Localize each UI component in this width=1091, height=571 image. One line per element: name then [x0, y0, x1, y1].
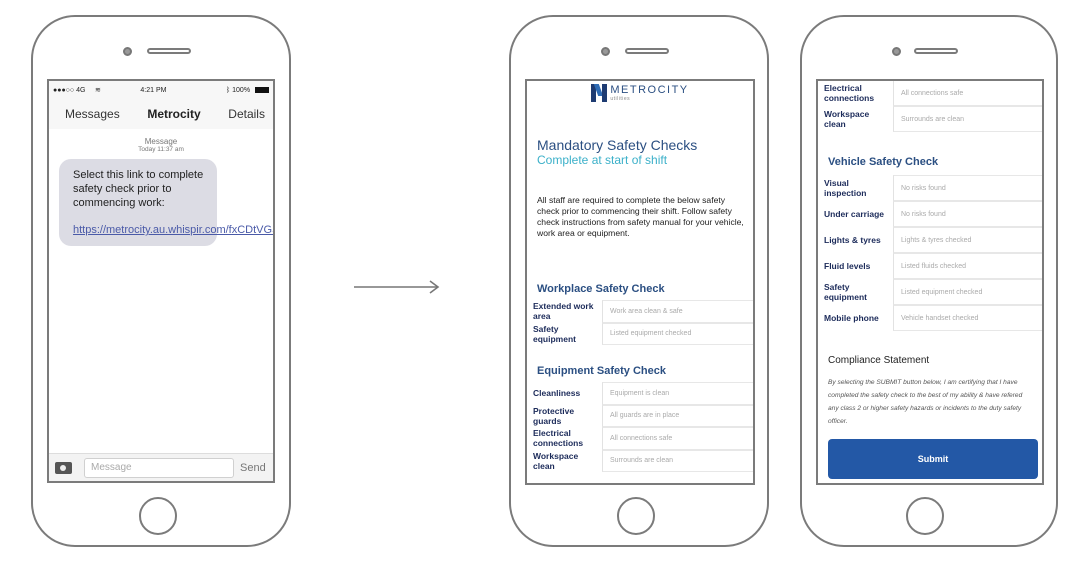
conversation-nav-bar: Messages Metrocity Details	[49, 99, 273, 129]
logo-tagline: utilities	[610, 96, 631, 102]
check-label: Mobile phone	[824, 313, 879, 323]
form-intro: All staff are required to complete the b…	[537, 195, 744, 238]
check-label: Cleanliness	[533, 388, 581, 399]
vehicle-check-list: Visual inspection No risks found Under c…	[818, 175, 1042, 331]
phone-form-top: METROCITY utilities Mandatory Safety Che…	[509, 15, 769, 547]
equipment-check-list: Cleanliness Equipment is clean Protectiv…	[527, 382, 753, 472]
workplace-check-list: Extended work area Work area clean & saf…	[527, 300, 753, 345]
check-input[interactable]: All connections safe	[602, 427, 753, 450]
logo-mark-icon	[591, 84, 608, 102]
check-input[interactable]: Equipment is clean	[602, 382, 753, 405]
check-input[interactable]: Listed fluids checked	[893, 253, 1042, 279]
details-button[interactable]: Details	[228, 107, 265, 121]
back-messages-button[interactable]: Messages	[65, 107, 120, 121]
check-input[interactable]: No risks found	[893, 175, 1042, 201]
check-row: Workspace clean Surrounds are clean	[527, 449, 753, 472]
wifi-icon: ≋	[94, 87, 101, 94]
earpiece-speaker	[147, 48, 191, 54]
compliance-title: Compliance Statement	[828, 355, 930, 366]
check-input[interactable]: Listed equipment checked	[893, 279, 1042, 305]
check-label: Electrical connections	[824, 83, 875, 103]
check-label: Workspace clean	[824, 109, 870, 129]
form-subtitle: Complete at start of shift	[537, 153, 668, 167]
check-label: Extended work area	[533, 301, 594, 322]
message-label: Message	[144, 137, 178, 146]
conversation-title: Metrocity	[147, 107, 201, 121]
logo-name: METROCITY	[610, 84, 689, 96]
check-label: Safety equipment	[824, 282, 867, 302]
arrow-right-icon	[354, 280, 440, 294]
form-title: Mandatory Safety Checks	[537, 137, 698, 153]
check-label: Safety equipment	[533, 323, 576, 344]
check-row: Under carriage No risks found	[818, 201, 1042, 227]
earpiece-speaker	[914, 48, 958, 54]
check-row: Cleanliness Equipment is clean	[527, 382, 753, 405]
message-bubble: Select this link to complete safety chec…	[59, 159, 273, 246]
earpiece-speaker	[625, 48, 669, 54]
battery-icon	[255, 86, 269, 93]
equipment-check-list-continued: Electrical connections All connections s…	[818, 81, 1042, 132]
equipment-section-title: Equipment Safety Check	[537, 365, 666, 377]
metrocity-logo: METROCITY utilities	[527, 84, 753, 102]
check-input[interactable]: No risks found	[893, 201, 1042, 227]
message-timestamp: Today 11:37 am	[138, 146, 184, 153]
front-camera	[123, 47, 132, 56]
message-body: Select this link to complete safety chec…	[73, 169, 204, 209]
check-label: Fluid levels	[824, 261, 871, 271]
check-input[interactable]: All guards are in place	[602, 404, 753, 427]
form-screen-bottom: Electrical connections All connections s…	[816, 79, 1044, 485]
check-input[interactable]: Listed equipment checked	[602, 322, 753, 345]
camera-icon[interactable]	[55, 461, 72, 474]
home-button[interactable]	[139, 497, 177, 535]
send-button[interactable]: Send	[240, 462, 266, 474]
status-bar: ●●●○○ 4G ≋ 4:21 PM ᛒ 100%	[49, 81, 273, 99]
check-row: Workspace clean Surrounds are clean	[818, 106, 1042, 132]
check-label: Workspace clean	[533, 450, 579, 471]
workplace-section-title: Workplace Safety Check	[537, 283, 665, 295]
check-input[interactable]: Lights & tyres checked	[893, 227, 1042, 253]
front-camera	[601, 47, 610, 56]
message-header: Message Today 11:37 am	[49, 137, 273, 153]
check-row: Fluid levels Listed fluids checked	[818, 253, 1042, 279]
check-row: Electrical connections All connections s…	[818, 81, 1042, 106]
vehicle-section-title: Vehicle Safety Check	[828, 156, 939, 168]
check-input[interactable]: Surrounds are clean	[602, 449, 753, 472]
battery-percent: 100%	[232, 86, 251, 94]
check-label: Electrical connections	[533, 428, 584, 449]
phone-messages: ●●●○○ 4G ≋ 4:21 PM ᛒ 100% Messages Metro…	[31, 15, 291, 547]
home-button[interactable]	[906, 497, 944, 535]
check-row: Extended work area Work area clean & saf…	[527, 300, 753, 323]
form-screen-top: METROCITY utilities Mandatory Safety Che…	[525, 79, 755, 485]
check-row: Safety equipment Listed equipment checke…	[818, 279, 1042, 305]
check-input[interactable]: All connections safe	[893, 81, 1042, 106]
battery-status: ᛒ 100%	[226, 87, 269, 94]
check-row: Safety equipment Listed equipment checke…	[527, 322, 753, 345]
check-row: Protective guards All guards are in plac…	[527, 404, 753, 427]
check-label: Protective guards	[533, 405, 575, 426]
message-input[interactable]: Message	[84, 457, 234, 478]
check-label: Lights & tyres	[824, 235, 881, 245]
safety-check-link[interactable]: https://metrocity.au.whispir.com/fxCDtVG…	[73, 223, 273, 237]
check-row: Electrical connections All connections s…	[527, 427, 753, 450]
messages-screen: ●●●○○ 4G ≋ 4:21 PM ᛒ 100% Messages Metro…	[47, 79, 275, 483]
check-input[interactable]: Surrounds are clean	[893, 106, 1042, 132]
carrier-signal: ●●●○○ 4G	[53, 86, 86, 94]
home-button[interactable]	[617, 497, 655, 535]
phone-form-bottom: Electrical connections All connections s…	[800, 15, 1058, 547]
check-label: Visual inspection	[824, 178, 867, 198]
check-label: Under carriage	[824, 209, 884, 219]
check-row: Lights & tyres Lights & tyres checked	[818, 227, 1042, 253]
submit-button[interactable]: Submit	[828, 439, 1038, 479]
front-camera	[892, 47, 901, 56]
check-row: Mobile phone Vehicle handset checked	[818, 305, 1042, 331]
status-time: 4:21 PM	[140, 86, 167, 94]
message-composer: Message Send	[49, 453, 273, 481]
compliance-statement: By selecting the SUBMIT button below, I …	[828, 379, 1023, 425]
check-row: Visual inspection No risks found	[818, 175, 1042, 201]
check-input[interactable]: Vehicle handset checked	[893, 305, 1042, 331]
check-input[interactable]: Work area clean & safe	[602, 300, 753, 323]
